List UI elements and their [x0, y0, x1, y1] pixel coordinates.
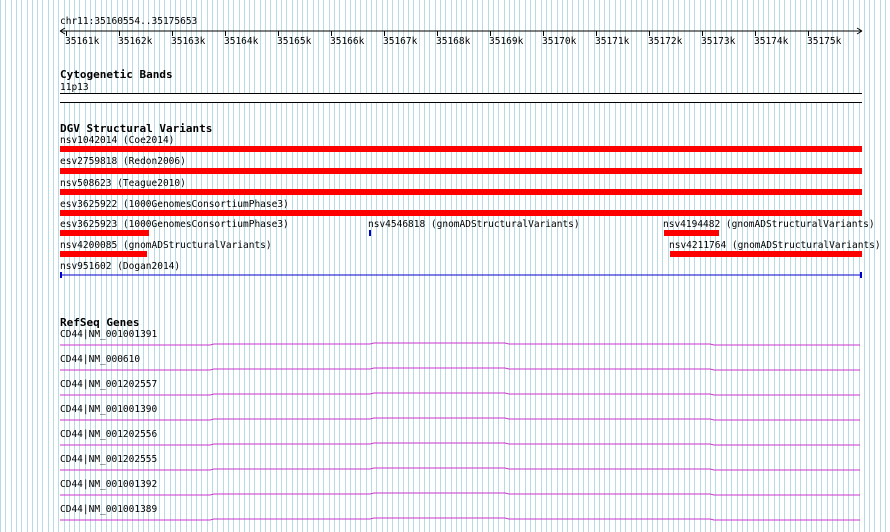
gene-line: [60, 517, 860, 521]
gene-line: [60, 442, 860, 446]
gene-line: [60, 342, 860, 346]
gene-line: [60, 467, 860, 471]
gene-line: [60, 417, 860, 421]
gene-models: [60, 342, 860, 521]
gene-line: [60, 367, 860, 371]
gene-line: [60, 492, 860, 496]
gene-line: [60, 392, 860, 396]
